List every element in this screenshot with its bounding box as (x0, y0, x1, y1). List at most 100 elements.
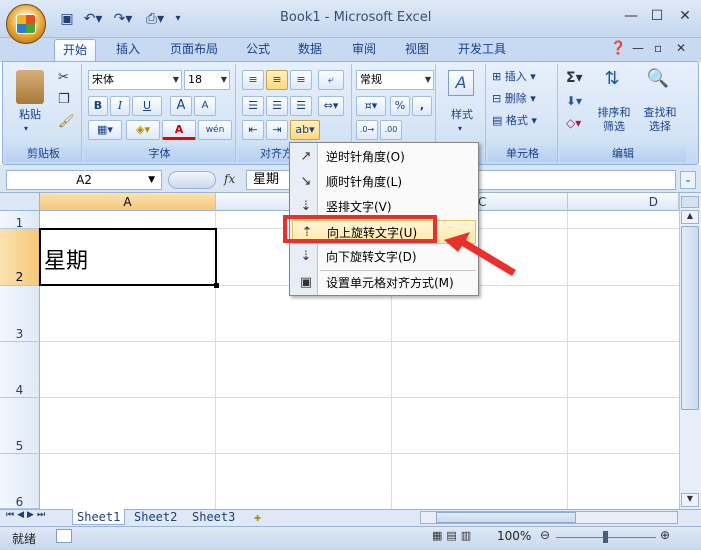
styles-icon[interactable]: A (448, 70, 474, 96)
name-box[interactable]: A2 ▼ (6, 170, 162, 190)
align-middle-icon[interactable]: ≡ (266, 70, 288, 90)
font-color-button[interactable]: A (162, 120, 196, 140)
insert-sheet-icon[interactable]: ✚ (250, 509, 265, 525)
macro-record-icon[interactable] (56, 529, 72, 543)
paste-button[interactable]: 粘贴 (12, 108, 48, 122)
fill-handle[interactable] (214, 283, 219, 288)
scroll-up-icon[interactable]: ▲ (681, 210, 699, 224)
clear-icon[interactable]: ◇▾ (566, 116, 581, 130)
row-header-6[interactable]: 6 (0, 454, 40, 509)
zoom-out-icon[interactable]: ⊖ (540, 528, 550, 542)
scroll-down-icon[interactable]: ▼ (681, 493, 699, 507)
paste-icon[interactable] (16, 70, 44, 104)
sheet-nav-icons[interactable]: ⏮◀▶⏭ (6, 510, 48, 520)
number-format-combo[interactable]: 常规 ▼ (356, 70, 434, 90)
phonetic-button[interactable]: wén (198, 120, 232, 140)
increase-indent-icon[interactable]: ⇥ (266, 120, 288, 140)
autosum-icon[interactable]: Σ▾ (566, 70, 583, 86)
percent-button[interactable]: % (390, 96, 410, 116)
italic-button[interactable]: I (110, 96, 130, 116)
format-cells-button[interactable]: ▤ 格式 ▾ (492, 114, 554, 128)
font-name-combo[interactable]: 宋体 ▼ (88, 70, 182, 90)
office-button[interactable] (6, 4, 46, 44)
qat-customize-icon[interactable]: ▾ (172, 10, 184, 28)
tab-data[interactable]: 数据 (290, 39, 330, 61)
undo-icon[interactable]: ↶▾ (80, 10, 106, 28)
row-header-4[interactable]: 4 (0, 342, 40, 398)
tab-developer[interactable]: 开发工具 (450, 39, 514, 61)
zoom-in-icon[interactable]: ⊕ (660, 528, 670, 542)
copy-icon[interactable]: ❐ (58, 92, 70, 107)
align-center-icon[interactable]: ☰ (266, 96, 288, 116)
borders-button[interactable]: ▦▾ (88, 120, 122, 140)
redo-icon[interactable]: ↷▾ (110, 10, 136, 28)
view-buttons[interactable]: ▦▤▥ (432, 529, 488, 545)
vertical-scroll-thumb[interactable] (681, 226, 699, 410)
ribbon-restore-icon[interactable]: ▫ (654, 41, 662, 55)
underline-button[interactable]: U (132, 96, 162, 116)
font-size-combo[interactable]: 18 ▼ (184, 70, 230, 90)
column-header-d[interactable]: D (568, 193, 679, 211)
split-box[interactable] (681, 196, 699, 208)
decrease-indent-icon[interactable]: ⇤ (242, 120, 264, 140)
sheet-tab-1[interactable]: Sheet1 (72, 509, 126, 525)
menu-item-clockwise[interactable]: ↘ 顺时针角度(L) (292, 170, 476, 194)
select-all-corner[interactable] (0, 193, 40, 211)
menu-item-counterclockwise[interactable]: ↗ 逆时针角度(O) (292, 145, 476, 169)
save-icon[interactable]: ▣ (58, 10, 76, 28)
row-header-2[interactable]: 2 (0, 229, 40, 286)
comma-button[interactable]: , (412, 96, 432, 116)
cut-icon[interactable]: ✂ (58, 70, 69, 85)
fill-color-button[interactable]: ◈▾ (126, 120, 160, 140)
sort-filter-icon[interactable]: ⇅ (600, 68, 624, 94)
tab-view[interactable]: 视图 (397, 39, 437, 61)
wrap-text-icon[interactable]: ⤶ (318, 70, 344, 90)
chevron-down-icon[interactable]: ▼ (148, 171, 155, 189)
align-top-icon[interactable]: ≡ (242, 70, 264, 90)
sheet-tab-2[interactable]: Sheet2 (130, 509, 181, 525)
row-header-5[interactable]: 5 (0, 398, 40, 454)
find-select-button[interactable]: 查找和 选择 (638, 106, 682, 134)
close-icon[interactable]: ✕ (674, 7, 696, 27)
minimize-icon[interactable]: — (620, 7, 642, 27)
styles-dropdown-icon[interactable]: ▾ (458, 122, 462, 136)
workbook-close-icon[interactable]: ✕ (676, 41, 686, 55)
row-header-3[interactable]: 3 (0, 286, 40, 342)
tab-review[interactable]: 审阅 (344, 39, 384, 61)
insert-cells-button[interactable]: ⊞ 插入 ▾ (492, 70, 554, 84)
help-icon[interactable]: ❓ (610, 41, 626, 56)
fill-icon[interactable]: ⬇▾ (566, 94, 582, 108)
find-select-icon[interactable]: 🔍 (646, 68, 670, 94)
zoom-slider-thumb[interactable] (603, 531, 608, 543)
column-header-a[interactable]: A (40, 193, 216, 211)
shrink-font-button[interactable]: A (194, 96, 216, 116)
zoom-level[interactable]: 100% (497, 529, 531, 543)
print-preview-icon[interactable]: ⎙▾ (142, 10, 168, 28)
namebox-splitter[interactable] (168, 171, 216, 189)
row-header-1[interactable]: 1 (0, 211, 40, 230)
merge-center-icon[interactable]: ⇔▾ (318, 96, 344, 116)
currency-icon[interactable]: ¤▾ (356, 96, 386, 116)
align-right-icon[interactable]: ☰ (290, 96, 312, 116)
align-left-icon[interactable]: ☰ (242, 96, 264, 116)
bold-button[interactable]: B (88, 96, 108, 116)
grow-font-button[interactable]: A (170, 96, 192, 116)
format-painter-icon[interactable]: 🖌 (58, 114, 75, 129)
horizontal-scroll-thumb[interactable] (436, 512, 576, 523)
paste-dropdown-icon[interactable]: ▾ (24, 122, 28, 136)
tab-insert[interactable]: 插入 (108, 39, 148, 61)
maximize-icon[interactable]: ☐ (646, 7, 668, 27)
decrease-decimal-icon[interactable]: .00 (380, 120, 402, 140)
ribbon-minimize-icon[interactable]: — (632, 41, 644, 55)
increase-decimal-icon[interactable]: .0→ (356, 120, 378, 140)
tab-page-layout[interactable]: 页面布局 (162, 39, 226, 61)
insert-function-button[interactable]: fx (224, 172, 235, 186)
orientation-button[interactable]: ab▾ (290, 120, 320, 140)
tab-home[interactable]: 开始 (54, 39, 97, 61)
delete-cells-button[interactable]: ⊟ 删除 ▾ (492, 92, 554, 106)
expand-formula-bar-icon[interactable]: ⌄ (680, 171, 696, 189)
styles-button[interactable]: 样式 (446, 108, 478, 122)
sort-filter-button[interactable]: 排序和 筛选 (592, 106, 636, 134)
sheet-tab-3[interactable]: Sheet3 (188, 509, 239, 525)
align-bottom-icon[interactable]: ≡ (290, 70, 312, 90)
